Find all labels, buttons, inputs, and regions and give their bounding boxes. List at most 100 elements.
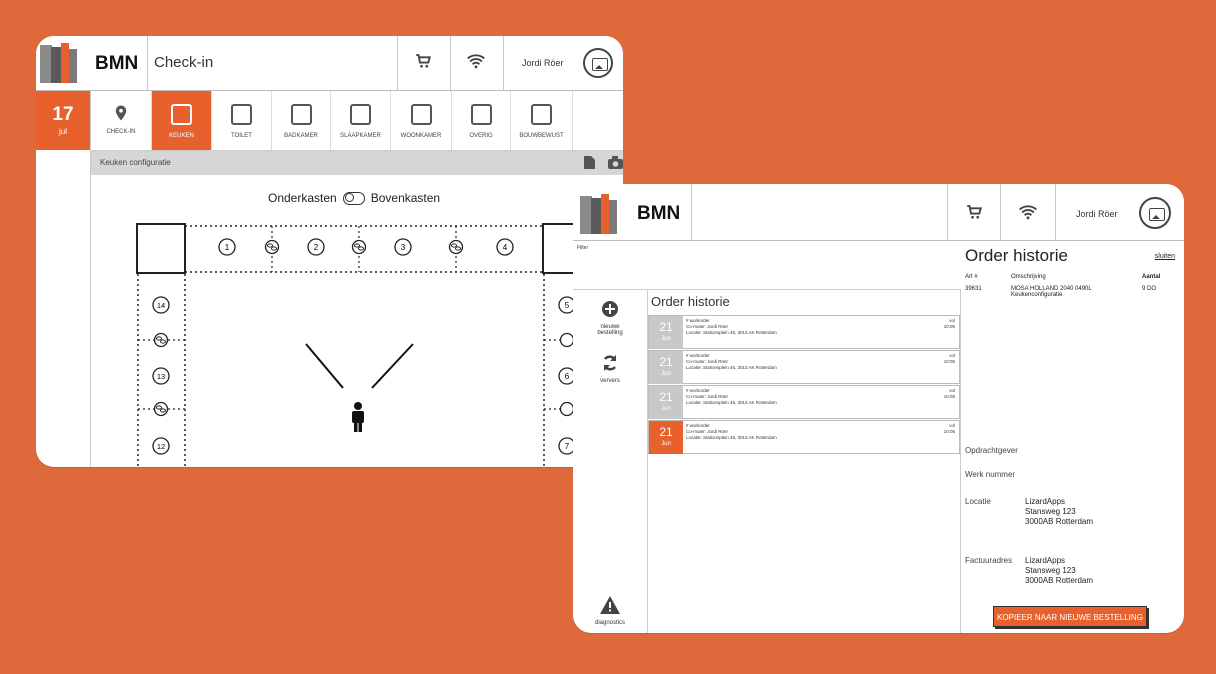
refresh-icon	[573, 354, 647, 375]
order-history-window: BMN Jordi Röer Filter nieuwe bestelling	[573, 184, 1184, 633]
wifi-button[interactable]	[465, 52, 487, 75]
tab-woonkamer[interactable]: WOONKAMER	[391, 91, 452, 150]
brand-name: BMN	[637, 203, 681, 224]
cabinet-toggle[interactable]: Onderkasten Bovenkasten	[268, 191, 441, 206]
config-bar: Keuken configuratie	[91, 151, 623, 175]
cart-button[interactable]	[963, 203, 985, 226]
document-icon[interactable]	[584, 156, 595, 169]
tab-label: BOUWBEWUST	[519, 133, 564, 139]
svg-text:2: 2	[314, 243, 319, 252]
svg-text:5: 5	[565, 301, 570, 310]
avatar-button[interactable]	[583, 48, 613, 78]
order-time: 10:05	[943, 429, 955, 434]
order-list: Order historie 21 Jun # workorder Co-muter…	[648, 290, 961, 633]
camera-icon[interactable]	[608, 156, 623, 169]
tab-label: SLAAPKAMER	[340, 133, 381, 139]
position-marker[interactable]: 13	[152, 367, 170, 385]
order-day: 21	[659, 390, 673, 404]
link-icon[interactable]	[559, 401, 575, 417]
toggle-switch[interactable]	[342, 192, 365, 206]
link-icon[interactable]	[264, 239, 280, 255]
square-icon	[410, 104, 432, 125]
order-item[interactable]: 21 Jun # workorder Co-muter: Jordi Röer Loc…	[648, 315, 960, 349]
factuuradres-label: Factuuradres	[965, 556, 1013, 565]
svg-text:4: 4	[503, 243, 508, 252]
svg-text:12: 12	[157, 442, 165, 451]
svg-text:7: 7	[565, 442, 570, 451]
address-line: Stansweg 123	[1025, 507, 1076, 516]
link-icon[interactable]	[153, 332, 169, 348]
line-desc-2: Keukenconfiguratie	[1011, 292, 1063, 298]
link-icon[interactable]	[153, 401, 169, 417]
plus-circle-icon	[573, 300, 647, 321]
user-name: Jordi Röer	[1076, 209, 1118, 219]
factuuradres-value: LizardApps Stansweg 123 3000AB Rotterdam	[1025, 556, 1093, 586]
order-location: Locatie: Stationsplein 45, 3013 AK Rotte…	[686, 435, 777, 440]
position-marker[interactable]: 14	[152, 296, 170, 314]
position-marker[interactable]: 1	[218, 238, 236, 256]
new-order-button[interactable]: nieuwe bestelling	[573, 300, 647, 336]
tab-slaapkamer[interactable]: SLAAPKAMER	[331, 91, 391, 150]
tab-toilet[interactable]: TOILET	[212, 91, 272, 150]
tab-label: WOONKAMER	[400, 133, 442, 139]
position-marker[interactable]: 12	[152, 437, 170, 455]
order-month: Jun	[661, 371, 671, 377]
sidebar-label: diagnostics	[594, 620, 626, 626]
cart-button[interactable]	[412, 52, 434, 75]
link-icon[interactable]	[351, 239, 367, 255]
detail-title: Order historie	[965, 246, 1068, 265]
werknummer-label: Werk nummer	[965, 470, 1016, 479]
filter-label[interactable]: Filter	[577, 245, 588, 251]
order-time: 10:05	[943, 394, 955, 399]
close-link[interactable]: sluiten	[1155, 253, 1175, 260]
order-item[interactable]: 21 Jun # workorder Co-muter: Jordi Röer Loc…	[648, 350, 960, 384]
kitchen-layout: 1 2 3 4 14 13 12 5 6 7	[136, 223, 623, 467]
user-name: Jordi Röer	[522, 58, 564, 68]
tab-label: TOILET	[231, 133, 252, 139]
link-icon[interactable]	[448, 239, 464, 255]
tab-label: KEUKEN	[169, 133, 194, 139]
toggle-right-label: Bovenkasten	[370, 191, 441, 205]
bmn-logo	[580, 194, 618, 234]
svg-text:13: 13	[157, 372, 165, 381]
order-day: 21	[659, 425, 673, 439]
order-item[interactable]: 21 Jun # workorder Co-muter: Jordi Röer Loc…	[648, 385, 960, 419]
date-day: 17	[52, 104, 74, 125]
tab-bouwbewust[interactable]: BOUWBEWUST	[511, 91, 573, 150]
room-tabs: CHECK-IN KEUKEN TOILET BADKAMER SLAAPKAM…	[91, 91, 623, 151]
square-icon	[231, 104, 252, 125]
tab-label: BADKAMER	[284, 133, 318, 139]
order-item-selected[interactable]: 21 Jun # workorder Co-muter: Jordi Röer Loc…	[648, 420, 960, 454]
bmn-logo	[40, 43, 78, 83]
square-icon	[531, 104, 552, 125]
sidebar: nieuwe bestelling ververs diagnostics	[573, 290, 648, 633]
tab-label: CHECK-IN	[106, 129, 136, 135]
top-bar: BMN Jordi Röer	[573, 184, 1184, 241]
position-marker[interactable]: 4	[496, 238, 514, 256]
position-marker[interactable]: 3	[394, 238, 412, 256]
wifi-icon	[1019, 205, 1037, 220]
line-desc: MOSA HOLLAND 2040 0490L Keukenconfigurat…	[1011, 286, 1092, 298]
refresh-button[interactable]: ververs	[573, 354, 647, 384]
cart-icon	[416, 54, 431, 68]
address-line: 3000AB Rotterdam	[1025, 576, 1094, 585]
copy-to-new-order-button[interactable]: KOPIEER NAAR NIEUWE BESTELLING	[993, 606, 1147, 627]
sidebar-label: ververs	[600, 378, 620, 384]
order-day: 21	[659, 320, 673, 334]
tab-keuken[interactable]: KEUKEN	[152, 91, 212, 150]
wifi-button[interactable]	[1017, 203, 1039, 226]
square-icon	[290, 104, 312, 125]
svg-text:1: 1	[225, 243, 230, 252]
position-marker[interactable]: 2	[307, 238, 325, 256]
tab-check-in[interactable]: CHECK-IN	[91, 91, 152, 150]
tab-overig[interactable]: OVERIG	[452, 91, 511, 150]
diagnostics-button[interactable]: diagnostics	[573, 596, 647, 626]
svg-text:14: 14	[157, 301, 165, 310]
link-icon[interactable]	[559, 332, 575, 348]
tab-label: OVERIG	[469, 133, 493, 139]
address-line: LizardApps	[1025, 497, 1066, 506]
avatar-button[interactable]	[1139, 197, 1171, 229]
tab-badkamer[interactable]: BADKAMER	[272, 91, 331, 150]
order-location: Locatie: Stationsplein 45, 3013 AK Rotte…	[686, 365, 777, 370]
map-pin-icon	[115, 105, 127, 121]
